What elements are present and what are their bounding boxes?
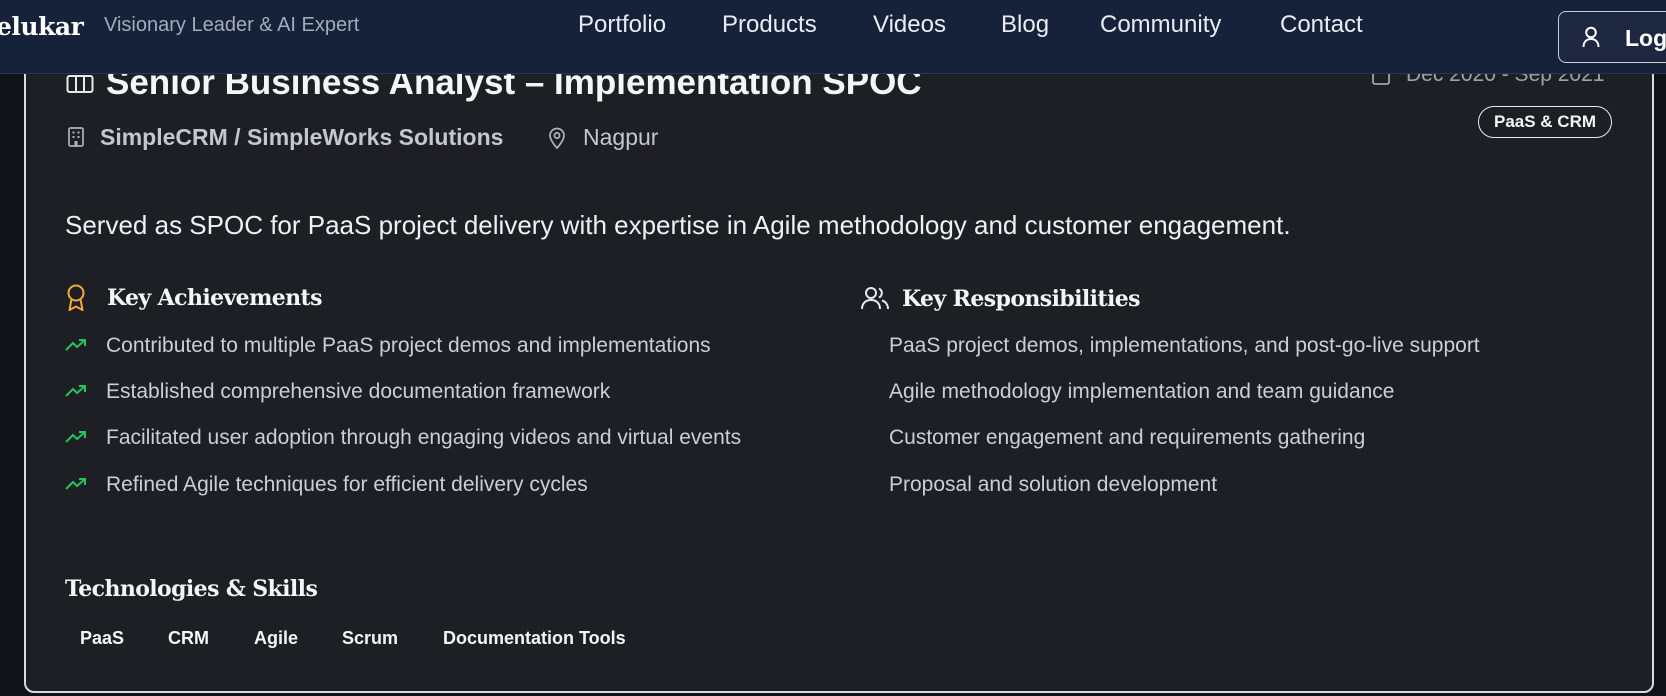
nav-link-portfolio[interactable]: Portfolio [578,11,666,39]
achievement-text: Refined Agile techniques for efficient d… [106,473,588,496]
user-icon [1582,26,1600,48]
building-icon [68,127,84,147]
site-tagline: Visionary Leader & AI Expert [104,14,360,36]
skill-tag: CRM [168,628,209,648]
skill-tag: Scrum [342,628,399,648]
job-summary: Served as SPOC for PaaS project delivery… [65,210,1291,240]
responsibilities-title: Key Responsibilities [902,286,1141,312]
trending-up-icon [65,431,86,443]
skill-tag: Documentation Tools [443,628,626,648]
skill-tag: PaaS [80,628,125,648]
login-label: Logi [1625,25,1666,51]
achievement-text: Established comprehensive documentation … [106,380,611,403]
category-badge: PaaS & CRM [1478,106,1613,138]
trending-up-icon [65,478,86,490]
trending-up-icon [65,339,86,351]
list-item: Agile methodology implementation and tea… [889,380,1395,403]
users-icon [861,287,889,310]
list-item: Customer engagement and requirements gat… [889,426,1366,449]
technologies-title: Technologies & Skills [65,576,318,602]
award-icon [67,284,85,311]
nav-link-videos[interactable]: Videos [873,11,946,39]
company-name: SimpleCRM / SimpleWorks Solutions [100,124,504,150]
list-item: Proposal and solution development [889,473,1218,496]
achievement-text: Facilitated user adoption through engagi… [106,426,742,449]
nav-link-blog[interactable]: Blog [1001,11,1049,39]
list-item: PaaS project demos, implementations, and… [889,334,1480,357]
achievements-title: Key Achievements [107,285,322,311]
login-button[interactable]: Logi [1558,11,1666,63]
skill-tag: Agile [254,628,299,648]
map-pin-icon [549,127,565,149]
site-logo[interactable]: elukar [0,12,84,41]
columns-icon [66,75,94,93]
trending-up-icon [65,385,86,397]
top-nav: elukar Visionary Leader & AI Expert Port… [0,0,1666,74]
achievement-text: Contributed to multiple PaaS project dem… [106,334,711,357]
nav-link-products[interactable]: Products [722,11,817,39]
nav-link-contact[interactable]: Contact [1280,11,1363,39]
nav-link-community[interactable]: Community [1100,11,1221,39]
job-location: Nagpur [583,124,659,150]
